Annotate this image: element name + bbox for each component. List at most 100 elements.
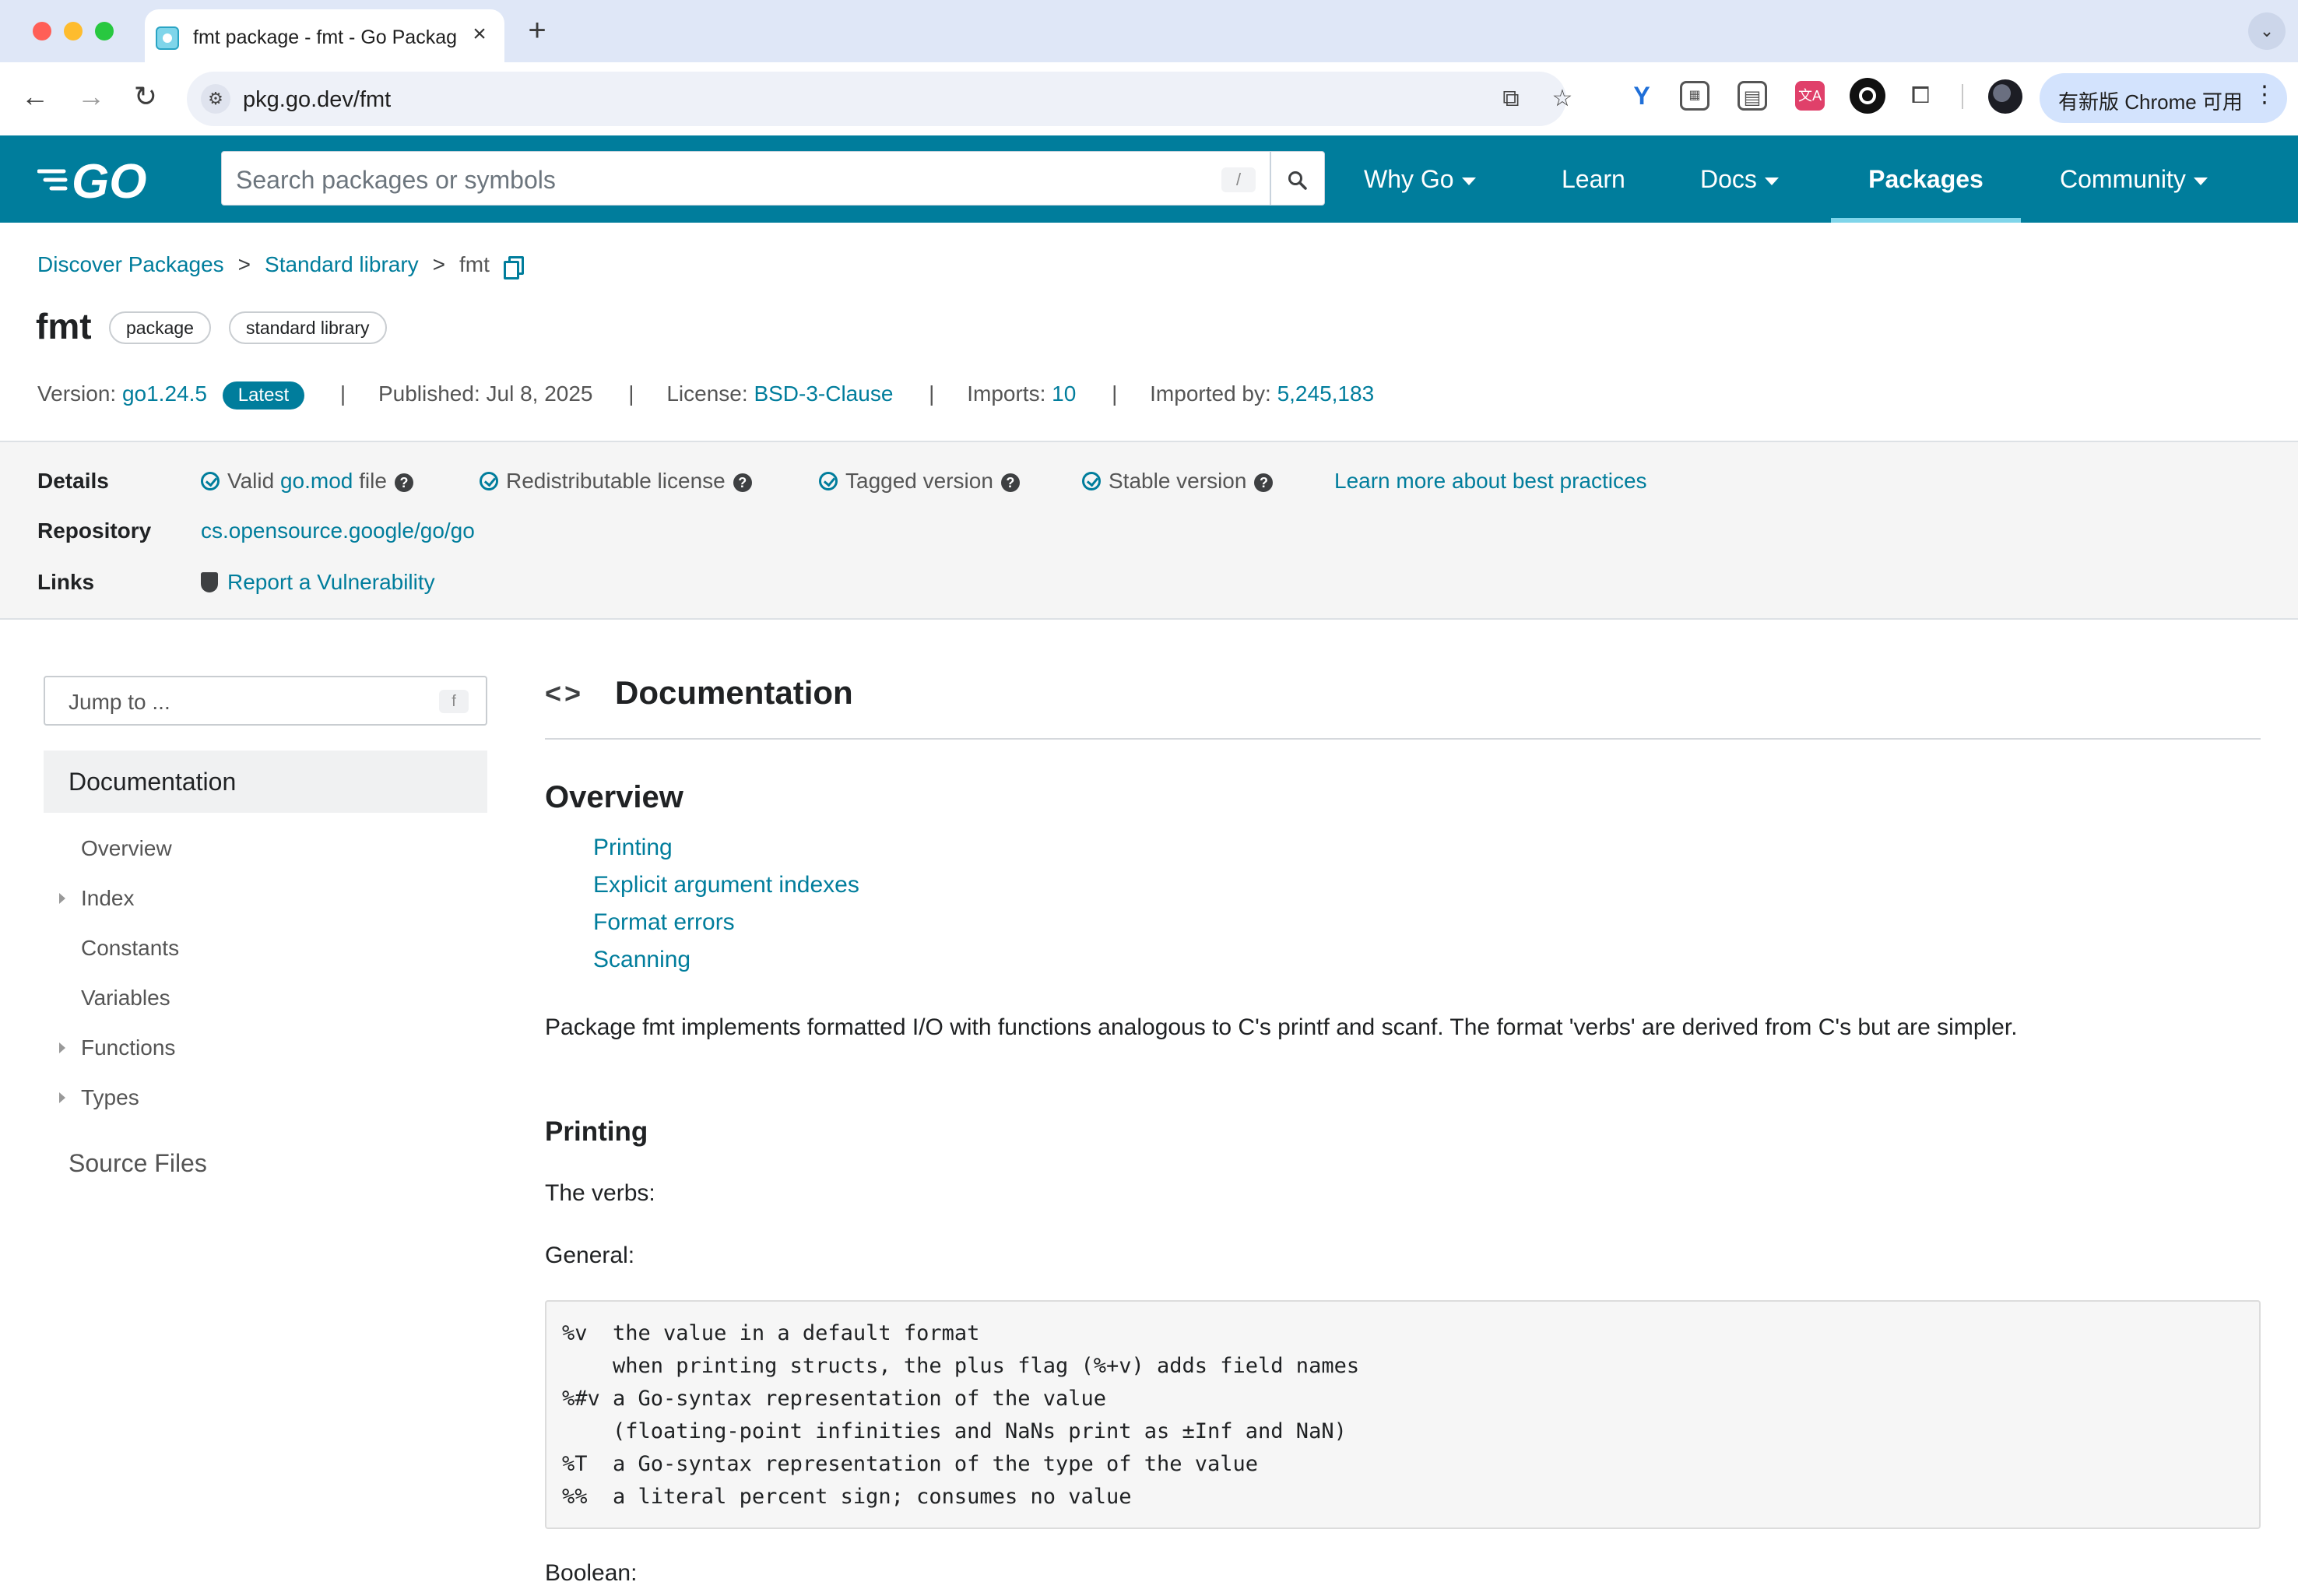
caret-down-icon xyxy=(1764,177,1779,185)
help-icon[interactable]: ? xyxy=(394,473,413,492)
imported-by-link[interactable]: 5,245,183 xyxy=(1277,381,1375,406)
extension-translate-icon[interactable]: 文A xyxy=(1795,81,1825,111)
redistributable-label: Redistributable license xyxy=(506,469,726,493)
back-arrow-icon[interactable]: ← xyxy=(17,79,53,115)
breadcrumb-separator: > xyxy=(237,252,251,276)
license-label: License: xyxy=(666,381,748,406)
links-label: Links xyxy=(37,570,95,594)
go-logo-icon[interactable]: GO xyxy=(37,154,170,206)
sidebar-item-functions[interactable]: Functions xyxy=(59,1035,175,1060)
best-practices-link[interactable]: Learn more about best practices xyxy=(1334,469,1647,494)
nav-why-go[interactable]: Why Go xyxy=(1364,135,1476,223)
sidebar-item-source-files[interactable]: Source Files xyxy=(69,1149,207,1178)
caret-down-icon xyxy=(1461,177,1476,185)
sidebar-item-variables[interactable]: Variables xyxy=(81,986,170,1011)
breadcrumb: Discover Packages > Standard library > fmt xyxy=(37,252,524,279)
expand-triangle-icon[interactable] xyxy=(59,893,65,904)
extension-copy-icon[interactable]: ▤ xyxy=(1738,81,1767,111)
tab-search-chevron-icon[interactable]: ⌄ xyxy=(2248,12,2286,50)
general-label: General: xyxy=(545,1243,635,1268)
code-line: when printing structs, the plus flag (%+… xyxy=(562,1354,1360,1378)
nav-docs[interactable]: Docs xyxy=(1700,135,1779,223)
report-vulnerability-link[interactable]: Report a Vulnerability xyxy=(227,570,435,594)
tab-title: fmt package - fmt - Go Packages xyxy=(193,26,458,48)
imported-by-label: Imported by: xyxy=(1150,381,1271,406)
extension-y-icon[interactable]: Y xyxy=(1627,81,1657,111)
search-button[interactable] xyxy=(1270,151,1325,206)
profile-avatar[interactable] xyxy=(1988,79,2022,114)
new-tab-button[interactable]: + xyxy=(522,15,553,47)
toc-link-printing[interactable]: Printing xyxy=(593,835,673,861)
help-icon[interactable]: ? xyxy=(1000,473,1020,492)
package-search-input[interactable]: Search packages or symbols / xyxy=(221,151,1270,206)
address-bar[interactable]: ⚙ pkg.go.dev/fmt ⧉ ☆ xyxy=(187,72,1572,126)
imports-link[interactable]: 10 xyxy=(1052,381,1076,406)
code-brackets-icon: <> xyxy=(545,677,585,709)
standard-library-pill: standard library xyxy=(229,311,387,344)
repository-label: Repository xyxy=(37,519,152,543)
extension-circle-icon[interactable] xyxy=(1850,78,1885,114)
report-vulnerability: Report a Vulnerability xyxy=(201,570,435,595)
gomod-link[interactable]: go.mod xyxy=(280,469,353,493)
code-line: %v the value in a default format xyxy=(562,1321,980,1345)
site-settings-icon[interactable]: ⚙ xyxy=(201,84,230,114)
documentation-heading: Documentation xyxy=(615,674,853,711)
check-circle-icon xyxy=(480,472,498,490)
jump-to-input[interactable]: Jump to ... f xyxy=(44,676,487,726)
more-menu-icon[interactable]: ⋮ xyxy=(2253,81,2276,108)
translate-icon[interactable]: ⧉ xyxy=(1496,84,1526,114)
nav-learn[interactable]: Learn xyxy=(1562,135,1625,223)
help-icon[interactable]: ? xyxy=(733,473,752,492)
toc-link-scanning[interactable]: Scanning xyxy=(593,947,690,973)
toc-link-explicit-argument-indexes[interactable]: Explicit argument indexes xyxy=(593,872,859,898)
sidebar-item-types[interactable]: Types xyxy=(59,1085,139,1110)
overview-heading: Overview xyxy=(545,780,683,814)
page-title: fmt xyxy=(36,306,92,346)
tagged-version-check: Tagged version? xyxy=(819,469,1020,494)
browser-tab-active[interactable]: fmt package - fmt - Go Packages × xyxy=(145,9,504,62)
extensions-puzzle-icon[interactable]: ⧠ xyxy=(1906,81,1935,111)
toc-link-format-errors[interactable]: Format errors xyxy=(593,909,735,936)
code-line: %T a Go-syntax representation of the typ… xyxy=(562,1452,1259,1476)
breadcrumb-separator: > xyxy=(432,252,446,276)
verbs-label: The verbs: xyxy=(545,1180,655,1206)
breadcrumb-standard-library[interactable]: Standard library xyxy=(265,252,419,276)
go-logo-text: GO xyxy=(72,155,146,206)
repository-link[interactable]: cs.opensource.google/go/go xyxy=(201,519,475,543)
nav-community[interactable]: Community xyxy=(2060,135,2208,223)
tab-close-icon[interactable]: × xyxy=(466,20,494,48)
nav-why-go-label: Why Go xyxy=(1364,165,1454,193)
shield-icon xyxy=(201,572,218,592)
boolean-label: Boolean: xyxy=(545,1560,638,1586)
sidebar-types-label: Types xyxy=(81,1085,139,1109)
license-link[interactable]: BSD-3-Clause xyxy=(754,381,893,406)
chrome-update-button[interactable]: 有新版 Chrome 可用 ⋮ xyxy=(2040,73,2287,123)
sidebar-item-index[interactable]: Index xyxy=(59,886,135,911)
meta-separator: | xyxy=(339,381,346,406)
copy-path-icon[interactable] xyxy=(503,255,524,279)
check-circle-icon xyxy=(1082,472,1101,490)
sidebar-item-documentation[interactable]: Documentation xyxy=(44,751,487,813)
nav-packages[interactable]: Packages xyxy=(1831,135,2021,223)
code-line: (floating-point infinities and NaNs prin… xyxy=(562,1419,1347,1443)
window-minimize-button[interactable] xyxy=(64,22,83,40)
details-label: Details xyxy=(37,469,109,493)
sidebar-item-overview[interactable]: Overview xyxy=(81,836,172,861)
address-url[interactable]: pkg.go.dev/fmt xyxy=(243,87,391,113)
package-intro-paragraph: Package fmt implements formatted I/O wit… xyxy=(545,1014,2018,1040)
version-link[interactable]: go1.24.5 xyxy=(122,381,207,406)
expand-triangle-icon[interactable] xyxy=(59,1042,65,1053)
window-maximize-button[interactable] xyxy=(95,22,114,40)
help-icon[interactable]: ? xyxy=(1254,473,1274,492)
meta-separator: | xyxy=(628,381,634,406)
reload-icon[interactable]: ↻ xyxy=(128,79,163,115)
breadcrumb-discover-packages[interactable]: Discover Packages xyxy=(37,252,224,276)
expand-triangle-icon[interactable] xyxy=(59,1092,65,1103)
sidebar-item-constants[interactable]: Constants xyxy=(81,936,179,961)
extension-qr-icon[interactable]: ▦ xyxy=(1680,81,1709,111)
window-close-button[interactable] xyxy=(33,22,51,40)
forward-arrow-icon[interactable]: → xyxy=(73,79,109,115)
code-line: %% a literal percent sign; consumes no v… xyxy=(562,1485,1132,1509)
browser-tab-bar: fmt package - fmt - Go Packages × + ⌄ xyxy=(0,0,2298,62)
bookmark-star-icon[interactable]: ☆ xyxy=(1548,84,1577,114)
